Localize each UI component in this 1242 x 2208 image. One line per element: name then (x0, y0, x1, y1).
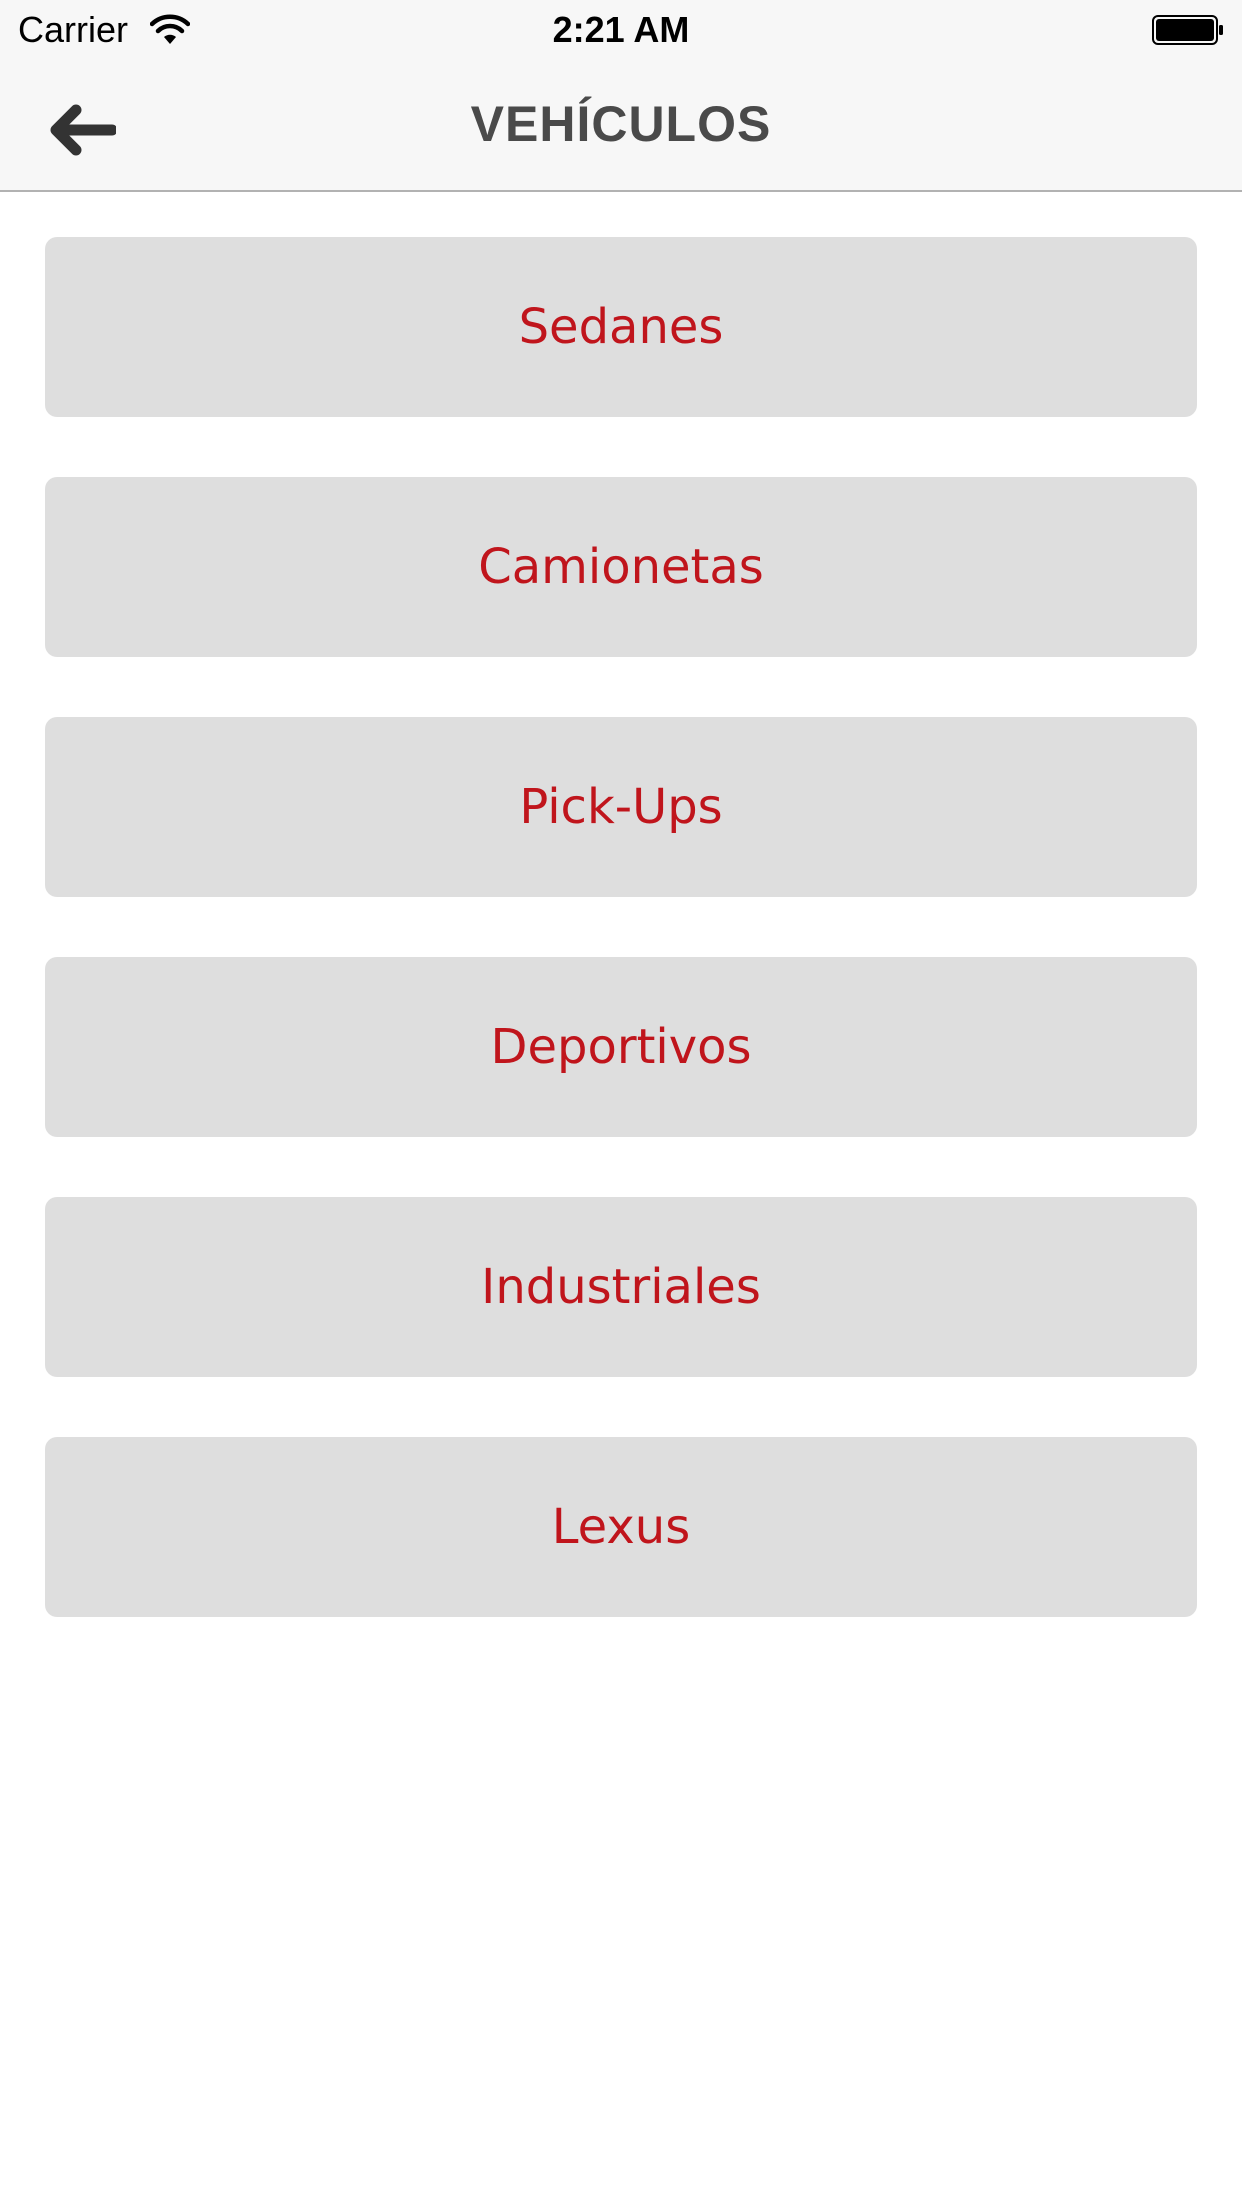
category-button-camionetas[interactable]: Camionetas (45, 477, 1197, 657)
category-button-lexus[interactable]: Lexus (45, 1437, 1197, 1617)
page-title: VEHÍCULOS (470, 96, 772, 152)
category-label: Camionetas (478, 539, 764, 595)
category-button-pick-ups[interactable]: Pick-Ups (45, 717, 1197, 897)
category-list: Sedanes Camionetas Pick-Ups Deportivos I… (45, 237, 1197, 1677)
category-label: Pick-Ups (519, 779, 723, 835)
clock: 2:21 AM (552, 9, 690, 50)
category-button-deportivos[interactable]: Deportivos (45, 957, 1197, 1137)
category-button-sedanes[interactable]: Sedanes (45, 237, 1197, 417)
navigation-bar: VEHÍCULOS (0, 62, 1242, 192)
category-label: Deportivos (490, 1019, 752, 1075)
status-bar: Carrier 2:21 AM (0, 0, 1242, 62)
category-button-industriales[interactable]: Industriales (45, 1197, 1197, 1377)
category-label: Lexus (551, 1499, 691, 1555)
category-label: Industriales (481, 1259, 761, 1315)
category-label: Sedanes (518, 299, 724, 355)
battery-icon (1152, 14, 1224, 46)
